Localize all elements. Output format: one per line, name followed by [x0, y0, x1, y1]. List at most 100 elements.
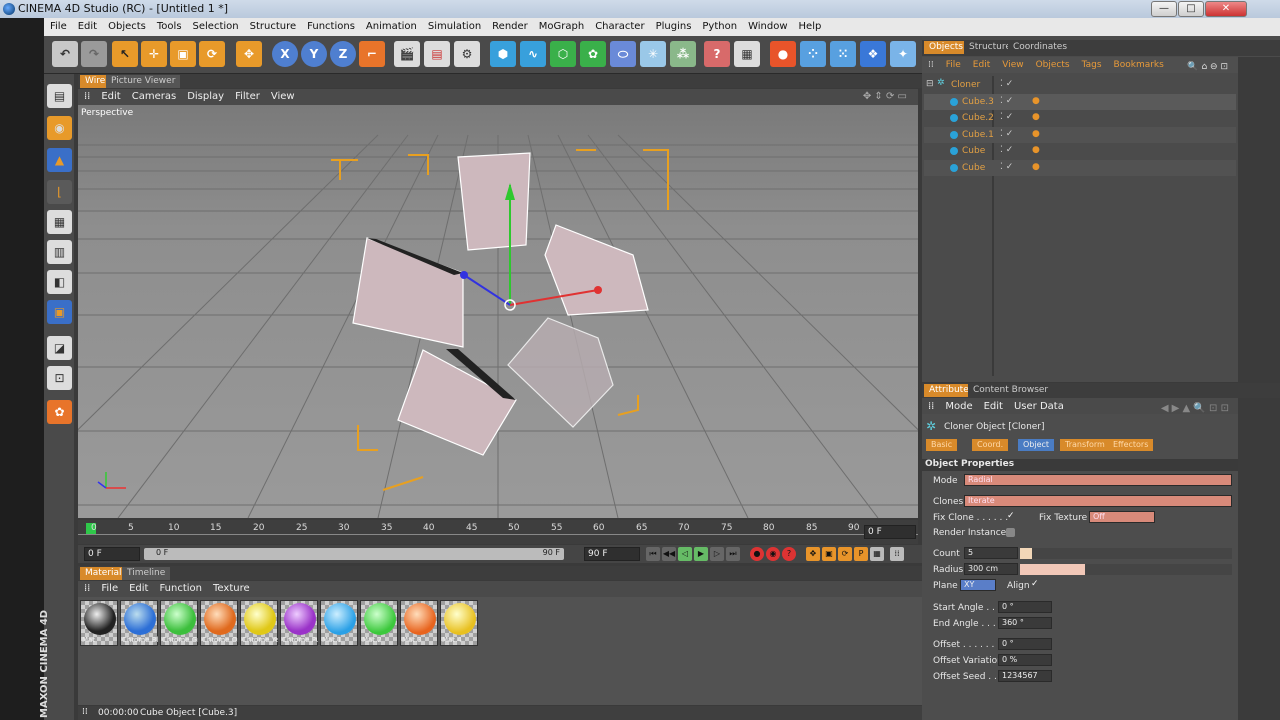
maximize-button[interactable]: □ — [1178, 1, 1204, 17]
material-swatch[interactable]: Chrome Or — [200, 600, 238, 646]
object-row-cube[interactable]: Cube ⁚ ✓ ● — [924, 143, 1236, 159]
x-axis-button[interactable]: X — [272, 41, 298, 67]
visibility-dots-icon[interactable]: ⁚ ✓ — [1000, 145, 1013, 155]
undo-icon[interactable]: ↶ — [52, 41, 78, 67]
om-menu-objects[interactable]: Objects — [1030, 57, 1076, 70]
tag-icon[interactable]: ● — [1032, 162, 1040, 172]
offset-seed-field[interactable]: 1234567 — [998, 670, 1052, 682]
key-scale-icon[interactable]: ▣ — [822, 547, 836, 561]
menu-plugins[interactable]: Plugins — [650, 18, 697, 32]
mat-menu-texture[interactable]: Texture — [207, 581, 255, 594]
current-frame-field[interactable]: 0 F — [864, 525, 916, 539]
mograph-fracture-icon[interactable]: ⁙ — [830, 41, 856, 67]
menu-edit[interactable]: Edit — [72, 18, 102, 32]
timeline-settings-icon[interactable]: ⁞⁞ — [890, 547, 904, 561]
key-position-icon[interactable]: ✥ — [806, 547, 820, 561]
material-swatch[interactable]: Mat — [80, 600, 118, 646]
vp-menu-filter[interactable]: Filter — [229, 89, 265, 102]
goto-start-icon[interactable]: ⏮ — [646, 547, 660, 561]
mograph-effector-icon[interactable]: ❖ — [860, 41, 886, 67]
menu-tools[interactable]: Tools — [151, 18, 187, 32]
render-picture-viewer-icon[interactable]: ▤ — [424, 41, 450, 67]
scale-icon[interactable]: ▣ — [170, 41, 196, 67]
radius-field[interactable]: 300 cm — [964, 563, 1018, 575]
use-points-icon[interactable]: ▲ — [47, 148, 72, 172]
record-key-icon[interactable]: ● — [750, 547, 764, 561]
use-edges-icon[interactable]: ⌊ — [47, 180, 72, 204]
keyframe-selection-icon[interactable]: ? — [782, 547, 796, 561]
mograph-cloner-icon[interactable]: ⁘ — [800, 41, 826, 67]
environment-icon[interactable]: ⁂ — [670, 41, 696, 67]
tab-timeline[interactable]: Timeline — [122, 567, 171, 580]
vp-menu-view[interactable]: View — [265, 89, 300, 102]
tweak-mode-icon[interactable]: ▣ — [47, 300, 72, 324]
menu-animation[interactable]: Animation — [360, 18, 422, 32]
use-model-icon[interactable]: ▤ — [47, 84, 72, 108]
menu-mograph[interactable]: MoGraph — [533, 18, 589, 32]
mat-menu-edit[interactable]: Edit — [123, 581, 153, 594]
radius-slider[interactable] — [1020, 564, 1232, 575]
snap-icon[interactable]: ◪ — [47, 336, 72, 360]
vp-menu-icon[interactable]: ⁞⁞ — [78, 89, 95, 102]
workplane-icon[interactable]: ⊡ — [47, 366, 72, 390]
menu-objects[interactable]: Objects — [102, 18, 151, 32]
object-row-cube[interactable]: Cube ⁚ ✓ ● — [924, 160, 1236, 176]
mat-menu-file[interactable]: File — [95, 581, 123, 594]
key-rotation-icon[interactable]: ⟳ — [838, 547, 852, 561]
visibility-dots-icon[interactable]: ⁚ ✓ — [1000, 79, 1013, 89]
spline-icon[interactable]: ∿ — [520, 41, 546, 67]
menu-file[interactable]: File — [44, 18, 72, 32]
fix-texture-dropdown[interactable]: Off — [1089, 511, 1155, 523]
expand-icon[interactable]: ⊟ — [926, 79, 934, 89]
array-icon[interactable]: ✿ — [580, 41, 606, 67]
visibility-dots-icon[interactable]: ⁚ ✓ — [1000, 96, 1013, 106]
soft-selection-icon[interactable]: ✿ — [47, 400, 72, 424]
viewport-nav-icons[interactable]: ✥ ⇕ ⟳ ▭ — [857, 89, 912, 102]
offset-field[interactable]: 0 ° — [998, 638, 1052, 650]
menu-functions[interactable]: Functions — [301, 18, 360, 32]
timeline-ruler[interactable]: 0 5 10 15 20 25 30 35 40 45 50 55 60 65 … — [78, 520, 918, 544]
next-frame-icon[interactable]: ▷ — [710, 547, 724, 561]
om-menu-icon[interactable]: ⁞⁞ — [922, 57, 940, 70]
tab-picture-viewer[interactable]: Picture Viewer — [106, 75, 181, 88]
render-view-icon[interactable]: 🎬 — [394, 41, 420, 67]
redo-icon[interactable]: ↷ — [81, 41, 107, 67]
mat-menu-icon[interactable]: ⁞⁞ — [78, 581, 95, 594]
minimize-button[interactable]: — — [1151, 1, 1177, 17]
world-axis-icon[interactable]: ✥ — [236, 41, 262, 67]
om-menu-view[interactable]: View — [996, 57, 1029, 70]
axis-mode-icon[interactable]: ◧ — [47, 270, 72, 294]
object-row-cube-3[interactable]: Cube.3 ⁚ ✓ ● — [924, 94, 1236, 110]
menu-selection[interactable]: Selection — [187, 18, 244, 32]
goto-end-icon[interactable]: ⏭ — [726, 547, 740, 561]
am-menu-mode[interactable]: Mode — [939, 398, 977, 412]
tab-objects[interactable]: Objects — [924, 41, 969, 54]
material-swatch[interactable]: Chrome Pu — [280, 600, 318, 646]
am-menu-user-data[interactable]: User Data — [1008, 398, 1069, 412]
ptab-transform[interactable]: Transform — [1060, 439, 1110, 451]
key-pla-icon[interactable]: ▦ — [870, 547, 884, 561]
close-button[interactable]: ✕ — [1205, 1, 1247, 17]
end-angle-field[interactable]: 360 ° — [998, 617, 1052, 629]
prev-key-icon[interactable]: ◀◀ — [662, 547, 676, 561]
tag-icon[interactable]: ● — [1032, 129, 1040, 139]
object-row-cloner[interactable]: ⊟ ✲ Cloner ⁚ ✓ — [924, 77, 1236, 93]
play-icon[interactable]: ▶ — [694, 547, 708, 561]
start-frame-field[interactable]: 0 F — [84, 547, 140, 561]
material-swatch[interactable]: Chrome Bl — [120, 600, 158, 646]
render-instances-checkbox[interactable] — [1006, 528, 1015, 537]
ptab-basic[interactable]: Basic — [926, 439, 958, 451]
clones-dropdown[interactable]: Iterate — [964, 495, 1232, 507]
menu-simulation[interactable]: Simulation — [422, 18, 486, 32]
live-selection-icon[interactable]: ↖ — [112, 41, 138, 67]
camera-icon[interactable]: ? — [704, 41, 730, 67]
frame-range-slider[interactable]: 0 F 90 F — [144, 548, 564, 560]
material-swatch[interactable]: Chrome Ye — [240, 600, 278, 646]
menu-help[interactable]: Help — [793, 18, 827, 32]
viewport[interactable]: Perspective — [78, 105, 918, 518]
menu-character[interactable]: Character — [589, 18, 649, 32]
plane-dropdown[interactable]: XY — [960, 579, 996, 591]
menu-structure[interactable]: Structure — [244, 18, 302, 32]
ptab-coord[interactable]: Coord. — [972, 439, 1009, 451]
material-swatch[interactable]: Chrome Gr — [160, 600, 198, 646]
